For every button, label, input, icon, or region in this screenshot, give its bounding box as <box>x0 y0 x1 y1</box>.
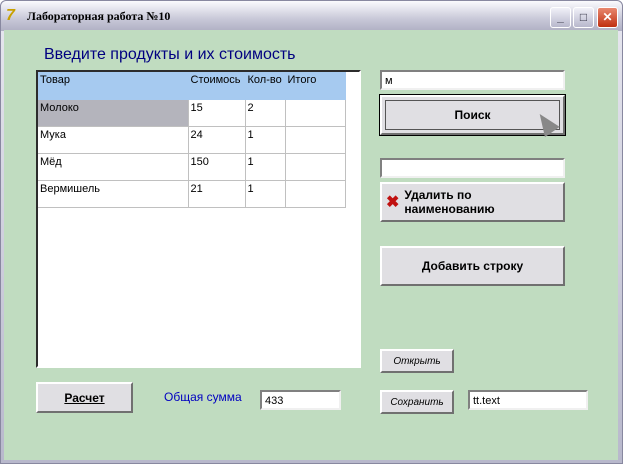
save-button[interactable]: Сохранить <box>380 390 454 414</box>
total-label: Общая сумма <box>164 390 242 404</box>
cell-product[interactable]: Вермишель <box>38 180 189 208</box>
table-row: Молоко 15 2 <box>38 99 346 127</box>
close-button[interactable]: ✕ <box>597 7 618 28</box>
col-header-product[interactable]: Товар <box>38 72 189 100</box>
cell-price[interactable]: 150 <box>188 153 246 181</box>
filename-input[interactable]: tt.text <box>468 390 588 410</box>
delete-name-input[interactable] <box>380 158 565 178</box>
add-row-label: Добавить строку <box>421 259 524 273</box>
add-row-button[interactable]: Добавить строку <box>380 246 565 286</box>
delete-x-icon: ✖ <box>386 194 400 211</box>
cell-total[interactable] <box>285 153 346 181</box>
table-row: Вермишель 21 1 <box>38 180 346 208</box>
grid-header: Товар Стоимось Кол-во Итого <box>38 72 346 100</box>
cell-price[interactable]: 24 <box>188 126 246 154</box>
cell-product[interactable]: Мука <box>38 126 189 154</box>
total-field[interactable]: 433 <box>260 390 341 410</box>
app-icon: 7 <box>6 7 15 24</box>
search-input[interactable]: м <box>380 70 565 90</box>
col-header-qty[interactable]: Кол-во <box>245 72 286 100</box>
page-heading: Введите продукты и их стоимость <box>44 46 296 63</box>
cell-price[interactable]: 15 <box>188 99 246 127</box>
calculate-button[interactable]: Расчет <box>36 382 133 413</box>
maximize-button[interactable]: □ <box>573 7 594 28</box>
save-label: Сохранить <box>390 396 444 408</box>
cell-total[interactable] <box>285 99 346 127</box>
delete-button-label: Удалить по наименованию <box>404 188 495 216</box>
col-header-total[interactable]: Итого <box>285 72 346 100</box>
cell-qty[interactable]: 1 <box>245 126 286 154</box>
products-grid[interactable]: Товар Стоимось Кол-во Итого Молоко 15 2 … <box>36 70 361 368</box>
cell-price[interactable]: 21 <box>188 180 246 208</box>
title-bar[interactable]: 7 Лабораторная работа №10 _ □ ✕ <box>1 1 622 31</box>
cell-product[interactable]: Молоко <box>38 99 189 127</box>
search-button-label: Поиск <box>454 108 491 122</box>
cell-total[interactable] <box>285 180 346 208</box>
cell-total[interactable] <box>285 126 346 154</box>
cell-product[interactable]: Мёд <box>38 153 189 181</box>
minimize-button[interactable]: _ <box>550 7 571 28</box>
window-title: Лабораторная работа №10 <box>27 9 171 23</box>
table-row: Мёд 150 1 <box>38 153 346 181</box>
open-label: Открыть <box>393 355 441 367</box>
calculate-label: Расчет <box>64 390 105 405</box>
cell-qty[interactable]: 1 <box>245 153 286 181</box>
cell-qty[interactable]: 2 <box>245 99 286 127</box>
open-button[interactable]: Открыть <box>380 349 454 373</box>
table-row: Мука 24 1 <box>38 126 346 154</box>
col-header-price[interactable]: Стоимось <box>188 72 246 100</box>
delete-button[interactable]: ✖ Удалить по наименованию <box>380 182 565 222</box>
cell-qty[interactable]: 1 <box>245 180 286 208</box>
